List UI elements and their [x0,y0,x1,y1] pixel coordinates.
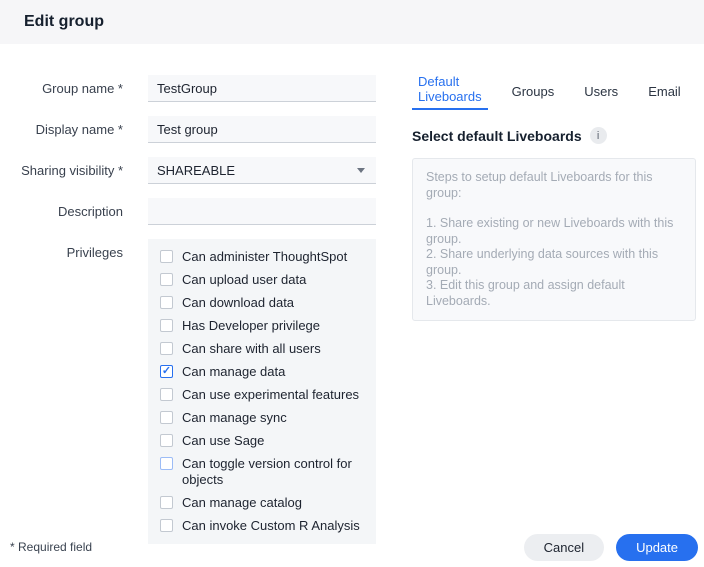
field-value: TestGroup [157,81,217,96]
page-title: Edit group [24,13,104,31]
privilege-label: Can manage data [182,363,285,380]
checkbox-icon[interactable] [160,457,173,470]
privilege-item[interactable]: Can upload user data [160,271,370,288]
form-row: Display name * Test group [0,116,400,143]
privileges-label: Privileges [0,239,123,261]
tab-default-liveboards[interactable]: Default Liveboards [412,74,488,110]
checkbox-icon[interactable] [160,496,173,509]
privilege-label: Can toggle version control for objects [182,455,370,488]
edit-group-form: Group name * TestGroup Display name * Test … [0,75,400,558]
field-value: Test group [157,122,218,137]
form-row: Sharing visibility * SHAREABLE [0,157,400,184]
form-row: Description [0,198,400,225]
required-field-note: * Required field [10,540,92,554]
field-label: Group name * [0,75,123,97]
info-icon[interactable]: i [590,127,607,144]
checkbox-icon[interactable] [160,273,173,286]
form-row: Group name * TestGroup [0,75,400,102]
checkbox-icon[interactable] [160,411,173,424]
field-value: SHAREABLE [157,163,235,178]
privilege-item[interactable]: Can download data [160,294,370,311]
tab-bar: Default Liveboards Groups Users Email [412,74,696,110]
section-heading: Select default Liveboards i [412,127,696,144]
group-name-input[interactable]: TestGroup [148,75,376,102]
steps-intro: Steps to setup default Liveboards for th… [426,170,682,201]
privilege-label: Has Developer privilege [182,317,320,334]
step-line: 1. Share existing or new Liveboards with… [426,216,682,247]
step-line: 2. Share underlying data sources with th… [426,247,682,278]
privilege-item[interactable]: Can share with all users [160,340,370,357]
checkbox-checked-icon[interactable]: ✓ [160,365,173,378]
select-default-liveboards-title: Select default Liveboards [412,128,582,144]
privilege-item[interactable]: Can manage catalog [160,494,370,511]
spacer [426,201,682,216]
sharing-visibility-select[interactable]: SHAREABLE [148,157,376,184]
field-label: Description [0,198,123,220]
description-input[interactable] [148,198,376,225]
checkbox-icon[interactable] [160,296,173,309]
field-label: Sharing visibility * [0,157,123,179]
right-panel: Default Liveboards Groups Users Email Selec… [412,74,696,321]
privilege-item[interactable]: Can invoke Custom R Analysis [160,517,370,534]
privilege-item[interactable]: Can toggle version control for objects [160,455,370,488]
checkbox-icon[interactable] [160,519,173,532]
privileges-list: Can administer ThoughtSpot Can upload use… [148,239,376,544]
checkbox-icon[interactable] [160,388,173,401]
checkbox-icon[interactable] [160,319,173,332]
tab-users[interactable]: Users [584,85,618,99]
privileges-row: PrivilegesCan administer ThoughtSpotCan … [0,239,400,544]
field-label: Display name * [0,116,123,138]
checkbox-icon[interactable] [160,434,173,447]
footer-buttons: Cancel Update [524,534,698,561]
display-name-input[interactable]: Test group [148,116,376,143]
step-line: 3. Edit this group and assign default Li… [426,278,682,309]
privilege-item[interactable]: Can use Sage [160,432,370,449]
privilege-item[interactable]: Can manage sync [160,409,370,426]
privilege-label: Can manage catalog [182,494,302,511]
privilege-item[interactable]: Has Developer privilege [160,317,370,334]
privilege-label: Can download data [182,294,294,311]
privilege-label: Can use experimental features [182,386,359,403]
tab-email[interactable]: Email [648,85,681,99]
privilege-label: Can share with all users [182,340,321,357]
checkbox-icon[interactable] [160,342,173,355]
chevron-down-icon [357,168,365,173]
tab-groups[interactable]: Groups [512,85,555,99]
privilege-label: Can administer ThoughtSpot [182,248,347,265]
privilege-label: Can use Sage [182,432,264,449]
privilege-item[interactable]: Can administer ThoughtSpot [160,248,370,265]
update-button[interactable]: Update [616,534,698,561]
dialog-header: Edit group [0,0,704,44]
liveboard-steps-box: Steps to setup default Liveboards for th… [412,158,696,321]
privilege-item[interactable]: Can use experimental features [160,386,370,403]
privilege-label: Can invoke Custom R Analysis [182,517,360,534]
privilege-item[interactable]: ✓ Can manage data [160,363,370,380]
checkbox-icon[interactable] [160,250,173,263]
privilege-label: Can manage sync [182,409,287,426]
privilege-label: Can upload user data [182,271,306,288]
cancel-button[interactable]: Cancel [524,534,604,561]
